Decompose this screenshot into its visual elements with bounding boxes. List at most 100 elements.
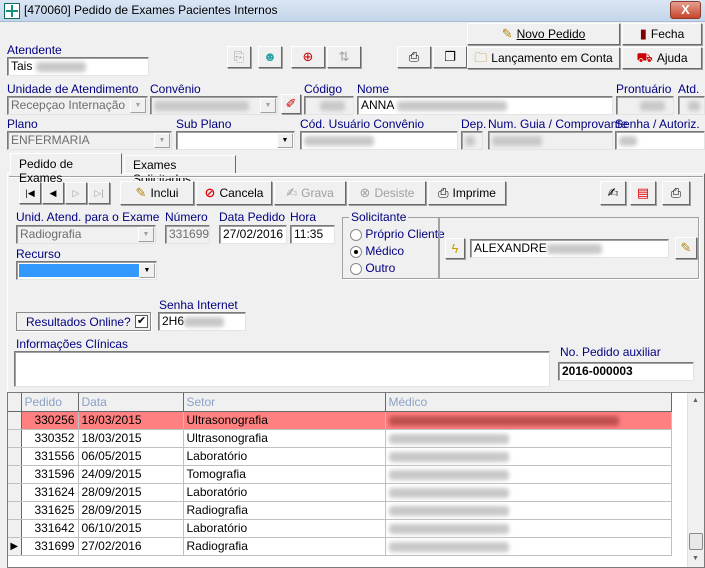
codigo-field[interactable] <box>304 96 354 115</box>
numero-field[interactable]: 331699 <box>165 225 210 244</box>
row-indicator[interactable] <box>8 519 22 538</box>
transfer-button[interactable]: ⎘ <box>227 46 251 68</box>
cell-data[interactable]: 06/05/2015 <box>78 447 184 466</box>
cell-pedido[interactable]: 330352 <box>21 429 79 448</box>
cell-data[interactable]: 06/10/2015 <box>78 519 184 538</box>
scroll-down-icon[interactable]: ▼ <box>692 555 699 562</box>
radio-button[interactable] <box>350 228 362 241</box>
cell-medico[interactable] <box>385 519 672 538</box>
cell-medico[interactable] <box>385 411 672 430</box>
cell-pedido[interactable]: 331642 <box>21 519 79 538</box>
ajuda-button[interactable]: ⛟ Ajuda <box>622 47 702 69</box>
row-indicator[interactable] <box>8 501 22 520</box>
cell-setor[interactable]: Laboratório <box>183 483 386 502</box>
senha-internet-field[interactable]: 2H6 <box>158 312 246 331</box>
cell-data[interactable]: 28/09/2015 <box>78 483 184 502</box>
cell-pedido[interactable]: 331624 <box>21 483 79 502</box>
senha-field[interactable] <box>615 131 705 150</box>
data-pedido-field[interactable]: 27/02/2016 <box>219 225 287 244</box>
cell-pedido[interactable]: 331699 <box>21 537 79 556</box>
cell-setor[interactable]: Ultrasonografia <box>183 429 386 448</box>
vertical-scrollbar[interactable]: ▲ ▼ <box>687 393 704 567</box>
cell-pedido[interactable]: 331556 <box>21 447 79 466</box>
print-button[interactable]: ⎙ <box>397 46 431 68</box>
row-indicator[interactable] <box>8 429 22 448</box>
row-indicator[interactable]: ▶ <box>8 537 22 556</box>
cod-usuario-field[interactable] <box>300 131 458 150</box>
cell-setor[interactable]: Radiografia <box>183 501 386 520</box>
last-record-button[interactable]: ▷| <box>88 182 110 204</box>
row-indicator[interactable] <box>8 483 22 502</box>
table-row[interactable]: 331624 28/09/2015 Laboratório <box>8 483 672 502</box>
recurso-select[interactable]: ▼ <box>16 261 157 280</box>
radio-button[interactable] <box>350 245 362 258</box>
column-header-medico[interactable]: Médico <box>385 393 672 412</box>
table-row[interactable]: 331556 06/05/2015 Laboratório <box>8 447 672 466</box>
cell-data[interactable]: 18/03/2015 <box>78 411 184 430</box>
cell-medico[interactable] <box>385 447 672 466</box>
plano-select[interactable]: ENFERMARIA ▼ <box>7 131 172 150</box>
cell-data[interactable]: 27/02/2016 <box>78 537 184 556</box>
dep-field[interactable] <box>461 131 483 150</box>
tab-pedido-exames[interactable]: Pedido de Exames <box>10 153 122 185</box>
table-row[interactable]: ▶ 331699 27/02/2016 Radiografia <box>8 537 672 556</box>
radio-medico[interactable]: Médico <box>350 244 404 258</box>
copies-button[interactable]: ❐ <box>433 46 467 68</box>
subplano-select[interactable]: ▼ <box>176 131 295 150</box>
cell-setor[interactable]: Radiografia <box>183 537 386 556</box>
row-indicator[interactable] <box>8 465 22 484</box>
cell-pedido[interactable]: 331625 <box>21 501 79 520</box>
next-record-button[interactable]: ▷ <box>65 182 87 204</box>
atendente-field[interactable]: Tais <box>7 57 149 76</box>
table-row[interactable]: 330352 18/03/2015 Ultrasonografia <box>8 429 672 448</box>
convenio-select[interactable]: ▼ <box>150 96 278 115</box>
cell-pedido[interactable]: 330256 <box>21 411 79 430</box>
inclui-button[interactable]: ✎ Inclui <box>120 181 194 205</box>
radio-proprio-cliente[interactable]: Próprio Cliente <box>350 227 445 241</box>
cell-medico[interactable] <box>385 501 672 520</box>
column-header-pedido[interactable]: Pedido <box>21 393 79 412</box>
atd-field[interactable] <box>678 96 705 115</box>
row-indicator[interactable] <box>8 447 22 466</box>
search-patient-button[interactable]: ⊕ <box>291 46 325 68</box>
no-pedido-aux-field[interactable]: 2016-000003 <box>558 362 694 381</box>
cell-setor[interactable]: Laboratório <box>183 447 386 466</box>
table-row[interactable]: 330256 18/03/2015 Ultrasonografia <box>8 411 672 430</box>
num-guia-field[interactable] <box>488 131 613 150</box>
cancela-button[interactable]: ⊘ Cancela <box>196 181 272 205</box>
resultados-online-checkbox[interactable]: ✔ <box>135 315 148 328</box>
print-label-button[interactable]: ⎙ <box>662 181 690 205</box>
cell-medico[interactable] <box>385 537 672 556</box>
novo-pedido-button[interactable]: ✎ Novo Pedido <box>467 23 620 45</box>
nome-field[interactable]: ANNA <box>357 96 613 115</box>
grava-button[interactable]: ✍ Grava <box>274 181 346 205</box>
unid-exame-select[interactable]: Radiografia ▼ <box>16 225 156 244</box>
info-clinicas-textarea[interactable] <box>14 351 550 387</box>
column-header-setor[interactable]: Setor <box>183 393 386 412</box>
compare-button[interactable]: ⇅ <box>327 46 361 68</box>
first-record-button[interactable]: |◀ <box>19 182 41 204</box>
solicitante-field[interactable]: ALEXANDRE <box>470 239 669 258</box>
fecha-button[interactable]: ▮ Fecha <box>622 23 702 45</box>
cell-medico[interactable] <box>385 429 672 448</box>
tab-exames-solicitados[interactable]: Exames Solicitados <box>124 155 236 186</box>
cell-data[interactable]: 28/09/2015 <box>78 501 184 520</box>
table-row[interactable]: 331596 24/09/2015 Tomografia <box>8 465 672 484</box>
edit-solicitante-button[interactable]: ✎ <box>675 237 697 259</box>
prev-record-button[interactable]: ◀ <box>42 182 64 204</box>
hora-field[interactable]: 11:35 <box>290 225 335 244</box>
cell-setor[interactable]: Laboratório <box>183 519 386 538</box>
lancamento-button[interactable]: 🗀 Lançamento em Conta <box>467 47 620 69</box>
table-row[interactable]: 331625 28/09/2015 Radiografia <box>8 501 672 520</box>
cell-pedido[interactable]: 331596 <box>21 465 79 484</box>
scroll-up-icon[interactable]: ▲ <box>692 397 699 404</box>
unidade-select[interactable]: Recepçao Internação ▼ <box>7 96 148 115</box>
cell-medico[interactable] <box>385 483 672 502</box>
imprime-button[interactable]: ⎙ Imprime <box>428 181 506 205</box>
table-row[interactable]: 331642 06/10/2015 Laboratório <box>8 519 672 538</box>
row-indicator[interactable] <box>8 411 22 430</box>
scrollbar-thumb[interactable] <box>689 533 703 550</box>
close-button[interactable]: X <box>670 1 701 19</box>
radio-button[interactable] <box>350 262 362 275</box>
radio-outro[interactable]: Outro <box>350 261 395 275</box>
